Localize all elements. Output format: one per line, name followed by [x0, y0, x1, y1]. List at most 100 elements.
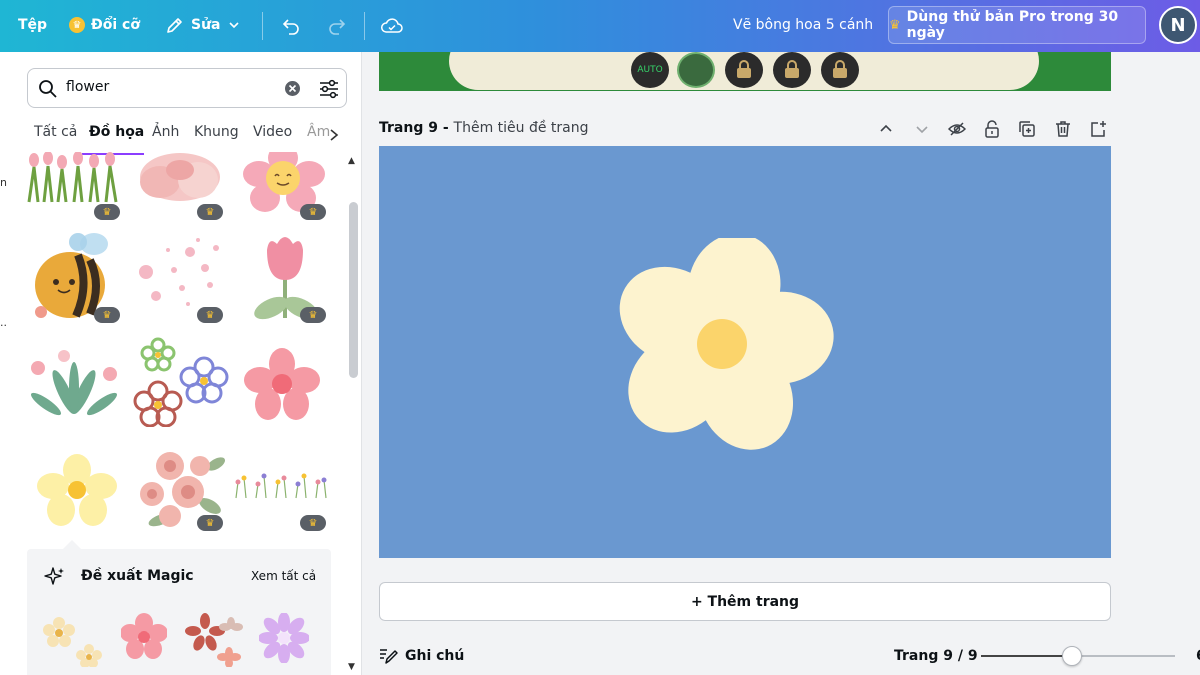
- search-box[interactable]: flower: [27, 68, 347, 108]
- flower-center: [697, 319, 747, 369]
- chevron-down-icon[interactable]: [913, 120, 931, 138]
- design-title[interactable]: Vẽ bông hoa 5 cánh: [733, 7, 873, 43]
- pro-crown-badge: ♛: [300, 204, 326, 220]
- design-page[interactable]: [379, 146, 1111, 558]
- page-title[interactable]: Trang 9 - Thêm tiêu đề trang: [379, 120, 589, 136]
- trash-icon[interactable]: [1054, 120, 1072, 138]
- tab-photos[interactable]: Ảnh: [152, 124, 179, 140]
- cloud-save-button[interactable]: [380, 8, 404, 44]
- sparkle-icon: [44, 567, 64, 585]
- suggestion-brown-flowers[interactable]: [185, 613, 245, 667]
- lock-button-graphic: [725, 52, 763, 88]
- pro-crown-badge: ♛: [300, 515, 326, 531]
- speed-button-graphic: [677, 52, 715, 88]
- lock-icon: [737, 60, 751, 78]
- pro-crown-badge: ♛: [94, 204, 120, 220]
- see-all-link[interactable]: Xem tất cả: [251, 569, 316, 583]
- add-page-button[interactable]: + Thêm trang: [379, 582, 1111, 621]
- previous-page-preview[interactable]: AUTO: [379, 52, 1111, 91]
- crown-icon: ♛: [889, 17, 901, 33]
- zoom-slider-fill: [981, 655, 1073, 657]
- zoom-percentage[interactable]: 6: [1196, 648, 1200, 664]
- file-menu-label: Tệp: [18, 17, 48, 33]
- search-icon: [39, 80, 57, 98]
- try-pro-button[interactable]: ♛ Dùng thử bản Pro trong 30 ngày: [888, 6, 1146, 44]
- notes-pencil-icon: [380, 649, 398, 664]
- five-petal-flower-graphic[interactable]: [615, 238, 845, 462]
- crown-icon: ♛: [69, 17, 85, 33]
- redo-icon: [329, 19, 346, 35]
- auto-button-graphic: AUTO: [631, 52, 669, 88]
- watercolor-peony-graphic[interactable]: [130, 152, 230, 242]
- tab-graphics[interactable]: Đồ họa: [89, 124, 144, 140]
- avatar[interactable]: N: [1159, 6, 1197, 44]
- magic-title: Đề xuất Magic: [81, 568, 194, 584]
- zoom-slider-handle[interactable]: [1062, 646, 1083, 666]
- undo-button[interactable]: [280, 8, 302, 44]
- hide-eye-icon[interactable]: [948, 120, 966, 138]
- auto-label: AUTO: [637, 65, 663, 75]
- lock-button-graphic: [773, 52, 811, 88]
- page-header: Trang 9 - Thêm tiêu đề trang: [379, 120, 1119, 140]
- page-name: Trang 9: [379, 120, 438, 136]
- toolbar-divider: [364, 12, 365, 40]
- resize-label: Đổi cỡ: [91, 17, 140, 33]
- doodle-flowers-graphic[interactable]: [130, 337, 230, 427]
- suggestion-cream-flowers[interactable]: [39, 615, 109, 667]
- edit-menu-label: Sửa: [191, 17, 221, 33]
- file-menu-button[interactable]: Tệp: [18, 7, 47, 43]
- tab-all[interactable]: Tất cả: [34, 124, 77, 140]
- clear-search-icon[interactable]: [284, 80, 301, 97]
- undo-icon: [282, 19, 299, 35]
- resize-button[interactable]: ♛ Đổi cỡ: [69, 7, 140, 43]
- suggestion-pink-flower[interactable]: [121, 613, 167, 661]
- add-page-icon[interactable]: [1089, 120, 1107, 138]
- panel-scrollbar[interactable]: ▲ ▼: [346, 156, 360, 675]
- pro-crown-badge: ♛: [300, 307, 326, 323]
- cloud-check-icon: [381, 18, 403, 33]
- pro-crown-badge: ♛: [197, 515, 223, 531]
- pencil-icon: [167, 18, 182, 33]
- lock-button-graphic: [821, 52, 859, 88]
- lock-icon: [785, 60, 799, 78]
- filter-sliders-icon[interactable]: [318, 78, 340, 100]
- page-title-placeholder: Thêm tiêu đề trang: [453, 120, 589, 136]
- notes-label: Ghi chú: [405, 648, 465, 664]
- try-pro-label: Dùng thử bản Pro trong 30 ngày: [906, 9, 1119, 41]
- chevron-right-icon[interactable]: [328, 128, 340, 142]
- search-input[interactable]: flower: [66, 79, 109, 95]
- tab-videos[interactable]: Video: [253, 124, 292, 140]
- notes-button[interactable]: Ghi chú: [379, 647, 464, 665]
- pink-daisy-graphic[interactable]: [232, 342, 332, 432]
- lock-icon: [833, 60, 847, 78]
- pro-crown-badge: ♛: [94, 307, 120, 323]
- toolbar-divider: [262, 12, 263, 40]
- scrollbar-thumb[interactable]: [349, 202, 358, 378]
- edit-menu-button[interactable]: Sửa: [165, 7, 241, 43]
- page-indicator[interactable]: Trang 9 / 9: [894, 648, 978, 664]
- add-page-label: + Thêm trang: [690, 593, 800, 610]
- magic-suggestions: Đề xuất Magic Xem tất cả: [27, 549, 331, 675]
- lock-icon[interactable]: [983, 120, 1001, 138]
- duplicate-icon[interactable]: [1018, 120, 1036, 138]
- pro-crown-badge: ♛: [197, 307, 223, 323]
- chevron-up-icon[interactable]: [877, 120, 895, 138]
- redo-button[interactable]: [326, 8, 348, 44]
- smiling-flower-graphic[interactable]: [235, 152, 335, 242]
- elements-panel: n .. flower Tất cả Đồ họa Ảnh Khung Vide…: [0, 52, 362, 675]
- tab-audio[interactable]: Âm: [307, 124, 330, 140]
- chevron-down-icon: [228, 22, 239, 29]
- top-bar: Tệp ♛ Đổi cỡ Sửa Vẽ bông hoa 5 cánh ♛ Dù…: [0, 0, 1200, 52]
- suggestion-lilac-flower[interactable]: [259, 613, 309, 663]
- tab-frames[interactable]: Khung: [194, 124, 239, 140]
- yellow-flower-graphic[interactable]: [27, 450, 127, 540]
- tulip-row-graphic[interactable]: [24, 152, 124, 242]
- cut-off-label: ..: [0, 316, 7, 329]
- category-tabs: Tất cả Đồ họa Ảnh Khung Video Âm: [34, 124, 344, 154]
- cut-off-label: n: [0, 176, 7, 189]
- pro-crown-badge: ♛: [197, 204, 223, 220]
- leaves-and-buds-graphic[interactable]: [24, 342, 124, 432]
- scroll-down-arrow-icon[interactable]: ▼: [348, 662, 355, 672]
- scroll-up-arrow-icon[interactable]: ▲: [348, 156, 355, 166]
- avatar-initial: N: [1170, 14, 1186, 36]
